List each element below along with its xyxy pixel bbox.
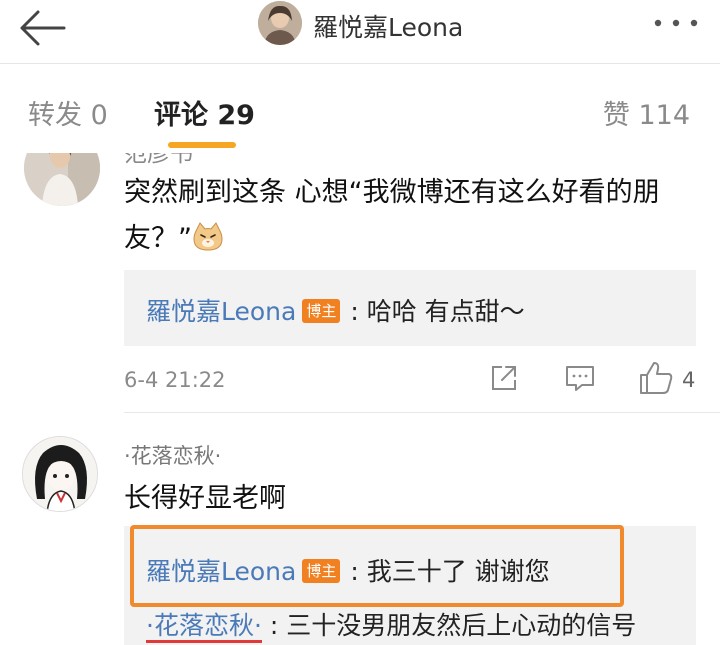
comment-divider [124,412,720,413]
header-title[interactable]: 羅悦嘉Leona [313,8,463,44]
reply-line: 羅悦嘉Leona 博主 : 哈哈 有点甜～ [146,292,525,328]
tab-likes[interactable]: 赞 114 [603,93,690,132]
reply-author-link[interactable]: ·花落恋秋· [146,611,262,643]
comment-icon[interactable] [564,362,596,394]
reply-text: 三十没男朋友然后上心动的信号 [286,611,637,640]
tab-repost[interactable]: 转发 0 [28,93,108,132]
comment-feed[interactable]: 范彦书 突然刷到这条 心想“我微博还有这么好看的朋友？” 羅悦嘉Leona 博主 … [0,150,720,645]
share-icon[interactable] [488,362,520,394]
comment-text: 突然刷到这条 心想“我微博还有这么好看的朋友？” [124,177,660,254]
reply-line: ·花落恋秋· : 三十没男朋友然后上心动的信号 [146,606,637,643]
like-count: 4 [682,368,696,392]
comment-text: 长得好显老啊 [124,483,286,514]
commenter-name[interactable]: ·花落恋秋· [124,440,221,470]
commenter-avatar[interactable] [24,150,100,206]
reply-text: 哈哈 有点甜～ [366,297,525,326]
commenter-avatar[interactable] [22,436,98,512]
more-dots-icon[interactable] [648,8,704,38]
reply-separator: : [350,297,359,326]
thumbs-up-icon[interactable] [638,360,674,396]
weibo-comment-page: 羅悦嘉Leona 转发 0 评论 29 赞 114 范彦书 突然刷到这条 心想“… [0,0,720,645]
top-nav-bar: 羅悦嘉Leona [0,0,720,64]
tab-comments[interactable]: 评论 29 [154,93,255,132]
back-arrow-icon[interactable] [16,6,68,50]
header-avatar[interactable] [258,1,302,45]
tab-bar: 转发 0 评论 29 赞 114 [0,65,720,153]
cat-emoji-icon [193,222,223,251]
reply-box[interactable]: 羅悦嘉Leona 博主 : 哈哈 有点甜～ [124,270,696,346]
reply-separator: : [269,611,279,640]
author-badge: 博主 [302,299,341,323]
reply-author-link[interactable]: 羅悦嘉Leona [146,297,296,326]
highlight-annotation-box [130,525,624,607]
comment-timestamp: 6-4 21:22 [124,368,226,392]
active-tab-indicator [168,142,236,148]
